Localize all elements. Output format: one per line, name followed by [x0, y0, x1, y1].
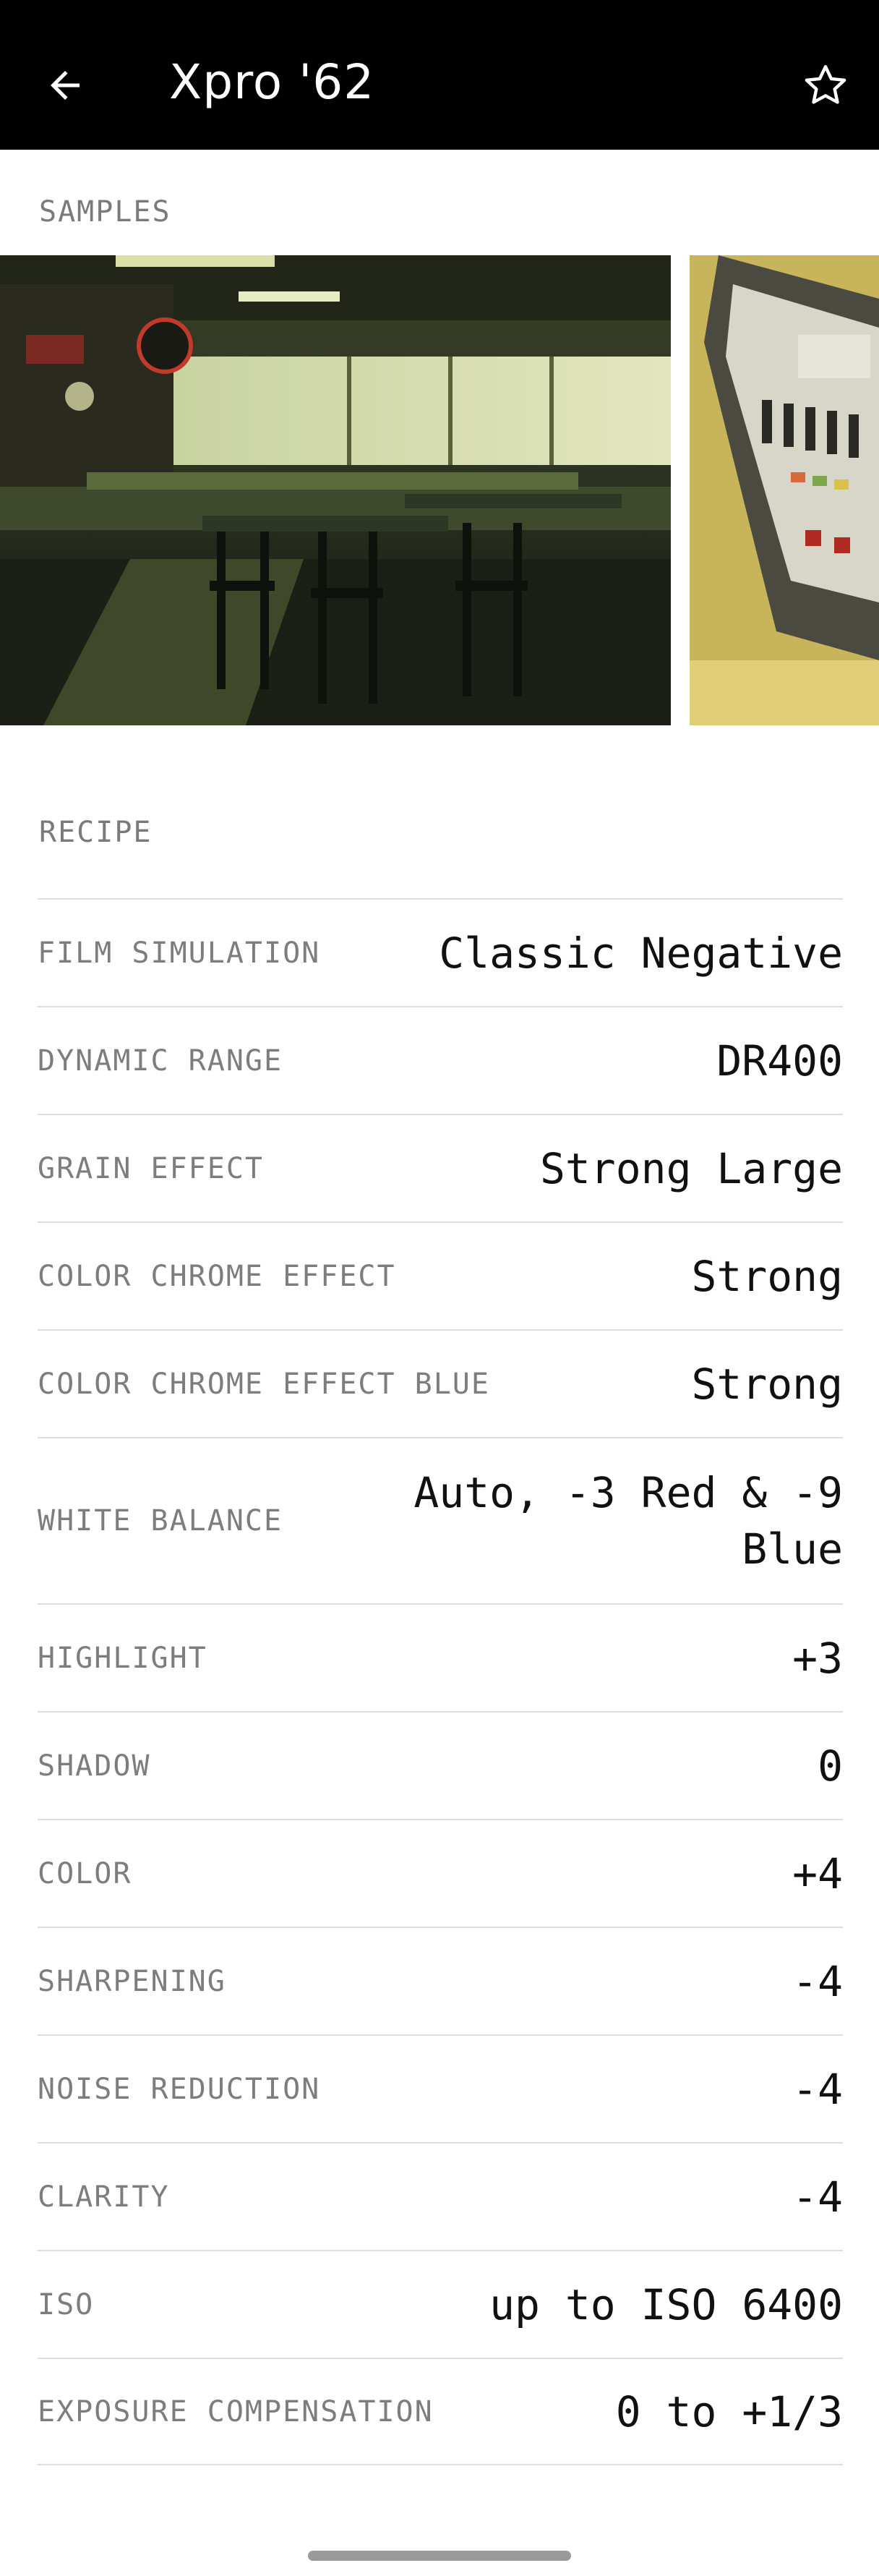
recipe-key: CLARITY — [38, 2180, 170, 2214]
recipe-row-dynamic-range: DYNAMIC RANGE DR400 — [38, 1006, 843, 1114]
recipe-value: +4 — [792, 1848, 843, 1898]
recipe-key: HIGHLIGHT — [38, 1641, 207, 1675]
favorite-button[interactable] — [797, 56, 854, 114]
recipe-row-white-balance: WHITE BALANCE Auto, -3 Red & -9 Blue — [38, 1437, 843, 1603]
star-outline-icon — [805, 64, 846, 104]
recipe-value: Strong Large — [539, 1143, 843, 1193]
recipe-key: COLOR — [38, 1856, 132, 1890]
recipe-row-shadow: SHADOW 0 — [38, 1711, 843, 1819]
gesture-navigation-handle[interactable] — [308, 2551, 571, 2561]
recipe-row-sharpening: SHARPENING -4 — [38, 1927, 843, 2034]
recipe-key: ISO — [38, 2287, 95, 2321]
recipe-row-clarity: CLARITY -4 — [38, 2142, 843, 2250]
recipe-row-color: COLOR +4 — [38, 1819, 843, 1927]
back-button[interactable] — [36, 56, 94, 114]
top-app-bar: Xpro '62 — [0, 0, 879, 150]
recipe-row-color-chrome-effect-blue: COLOR CHROME EFFECT BLUE Strong — [38, 1329, 843, 1437]
recipe-value: Auto, -3 Red & -9 Blue — [413, 1468, 843, 1574]
recipe-key: SHARPENING — [38, 1964, 226, 1998]
recipe-row-grain-effect: GRAIN EFFECT Strong Large — [38, 1114, 843, 1221]
recipe-row-film-simulation: FILM SIMULATION Classic Negative — [38, 898, 843, 1006]
recipe-value: -4 — [792, 2172, 843, 2222]
recipe-row-highlight: HIGHLIGHT +3 — [38, 1603, 843, 1711]
recipe-value: +3 — [792, 1633, 843, 1683]
recipe-key: COLOR CHROME EFFECT — [38, 1259, 396, 1293]
recipe-heading: RECIPE — [39, 816, 153, 849]
samples-gallery[interactable] — [0, 255, 879, 725]
recipe-row-noise-reduction: NOISE REDUCTION -4 — [38, 2034, 843, 2142]
recipe-key: NOISE REDUCTION — [38, 2072, 321, 2106]
recipe-key: EXPOSURE COMPENSATION — [38, 2394, 434, 2428]
recipe-value: -4 — [792, 1956, 843, 2006]
recipe-value: Strong — [691, 1359, 843, 1409]
recipe-key: DYNAMIC RANGE — [38, 1044, 283, 1078]
recipe-value: Classic Negative — [439, 928, 843, 978]
recipe-row-iso: ISO up to ISO 6400 — [38, 2250, 843, 2358]
recipe-value: -4 — [792, 2064, 843, 2114]
recipe-row-color-chrome-effect: COLOR CHROME EFFECT Strong — [38, 1221, 843, 1329]
recipe-value: DR400 — [716, 1036, 843, 1086]
recipe-key: FILM SIMULATION — [38, 936, 321, 970]
recipe-key: WHITE BALANCE — [38, 1504, 283, 1538]
recipe-key: COLOR CHROME EFFECT BLUE — [38, 1367, 490, 1401]
diner-interior-photo[interactable] — [0, 255, 671, 725]
recipe-row-exposure-compensation: EXPOSURE COMPENSATION 0 to +1/3 — [38, 2358, 843, 2465]
recipe-key: GRAIN EFFECT — [38, 1151, 264, 1185]
recipe-key: SHADOW — [38, 1749, 151, 1783]
recipe-value: 0 to +1/3 — [615, 2387, 843, 2436]
cigarette-machine-photo[interactable] — [690, 255, 879, 725]
recipe-value: up to ISO 6400 — [489, 2279, 843, 2329]
samples-heading: SAMPLES — [39, 195, 171, 229]
arrow-left-icon — [51, 71, 80, 100]
recipe-value: Strong — [691, 1251, 843, 1301]
page-title: Xpro '62 — [169, 54, 375, 110]
recipe-value: 0 — [818, 1741, 843, 1791]
recipe-list: FILM SIMULATION Classic Negative DYNAMIC… — [38, 898, 843, 2465]
